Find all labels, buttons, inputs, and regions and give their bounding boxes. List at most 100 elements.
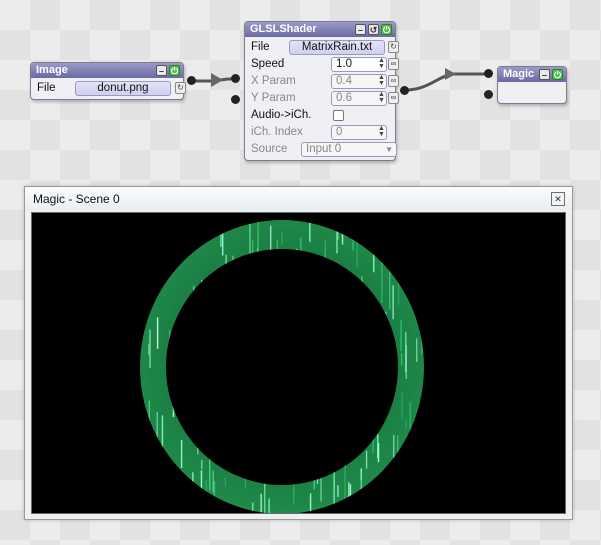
image-node[interactable]: Image – ⏻ File donut.png ↻ [30,62,186,100]
glsl-shader-node[interactable]: GLSLShader – ↺ ⏻ File MatrixRain.txt ↻ S… [244,21,399,161]
speed-field[interactable]: 1.0 ▲ ▼ [331,57,387,72]
rain-streak [333,469,335,505]
rain-streak [224,395,226,419]
shader-input-port-2[interactable] [231,95,240,104]
rain-streak [405,420,407,430]
rain-streak [205,479,207,513]
rain-streak [428,256,430,272]
shader-input-port-1[interactable] [231,74,240,83]
spinner-arrows-icon[interactable]: ▲ ▼ [377,91,386,105]
rain-streak [405,445,407,469]
shader-output-port[interactable] [400,86,409,95]
output-window[interactable]: Magic - Scene 0 ✕ [24,186,573,520]
spinner-arrows-icon[interactable]: ▲ ▼ [377,125,386,139]
source-label: Source [251,143,288,155]
rain-streak [316,393,319,412]
rain-streak [401,392,403,420]
source-select[interactable]: Input 0 ▼ [301,142,397,157]
rain-streak [161,415,164,450]
rain-streak [328,350,330,388]
yparam-field[interactable]: 0.6 ▲ ▼ [331,91,387,106]
cycle-icon[interactable]: ↻ [388,41,399,53]
rain-streak [201,459,203,469]
rain-streak [360,479,362,513]
rain-streak [380,232,382,252]
refresh-icon[interactable]: ↺ [368,24,379,35]
rain-streak [264,480,266,513]
link-icon[interactable]: ∞ [388,58,399,70]
rain-streak [300,237,302,279]
rain-streak [313,418,315,458]
rain-streak [156,219,159,241]
power-icon[interactable]: ⏻ [381,24,392,35]
minimize-icon[interactable]: – [539,69,550,80]
rain-streak [381,262,383,304]
rain-streak [281,232,283,246]
ich-index-field[interactable]: 0 ▲ ▼ [331,125,387,140]
rain-streak [172,343,175,382]
rain-streak [293,474,295,505]
window-titlebar[interactable]: Magic - Scene 0 [25,187,572,211]
rain-streak [332,314,335,331]
audio-checkbox[interactable] [333,110,344,121]
rain-streak [344,441,346,468]
shader-file-field[interactable]: MatrixRain.txt [289,40,385,55]
rain-streak [176,475,179,511]
source-value: Input 0 [306,143,342,155]
rain-streak [212,470,214,493]
rain-streak [365,450,368,469]
xparam-field[interactable]: 0.4 ▲ ▼ [331,74,387,89]
render-viewport[interactable] [31,212,566,514]
rain-streak [324,240,326,262]
image-output-port[interactable] [187,76,196,85]
rain-streak [164,457,167,472]
rain-streak [240,341,242,372]
rain-streak [269,225,272,266]
spinner-arrows-icon[interactable]: ▲ ▼ [377,57,386,71]
rain-streak [337,485,339,497]
rain-streak [192,327,194,369]
rain-streak [168,252,170,268]
link-icon[interactable]: ∞ [388,92,399,104]
rain-streak [324,354,326,374]
close-icon[interactable]: ✕ [551,192,565,206]
magic-node[interactable]: Magic – ⏻ [497,66,567,104]
rain-streak [268,498,270,513]
rain-streak [412,465,414,491]
rain-streak [168,231,170,254]
rain-streak [156,411,158,450]
rain-streak [408,246,410,264]
rain-streak [205,382,207,397]
rain-streak [348,482,350,513]
magic-input-port-2[interactable] [484,90,493,99]
image-file-field[interactable]: donut.png [75,81,171,96]
rain-streak [336,221,338,254]
rain-streak [252,502,254,512]
cycle-icon[interactable]: ↻ [175,82,186,94]
rain-streak [385,311,387,326]
rain-streak [145,481,148,500]
power-icon[interactable]: ⏻ [169,65,180,76]
magic-node-header[interactable]: Magic – ⏻ [498,67,566,82]
rain-streak [233,332,236,354]
minimize-icon[interactable]: – [355,24,366,35]
glsl-shader-node-header[interactable]: GLSLShader – ↺ ⏻ [245,22,395,37]
rain-streak [152,428,154,442]
rain-streak [393,266,396,277]
rain-streak [269,375,271,416]
speed-label: Speed [251,58,285,70]
rain-streak [345,218,348,237]
minimize-icon[interactable]: – [156,65,167,76]
rain-streak [368,375,370,423]
rain-streak [220,214,222,247]
chevron-down-icon[interactable]: ▼ [385,143,393,156]
image-node-header[interactable]: Image – ⏻ [31,63,183,78]
spinner-arrows-icon[interactable]: ▲ ▼ [377,74,386,88]
link-icon[interactable]: ∞ [388,75,399,87]
rain-streak [285,397,288,445]
rain-streak [221,338,224,374]
rain-streak [168,329,171,343]
magic-input-port-1[interactable] [484,69,493,78]
power-icon[interactable]: ⏻ [552,69,563,80]
rain-streak [236,439,238,475]
